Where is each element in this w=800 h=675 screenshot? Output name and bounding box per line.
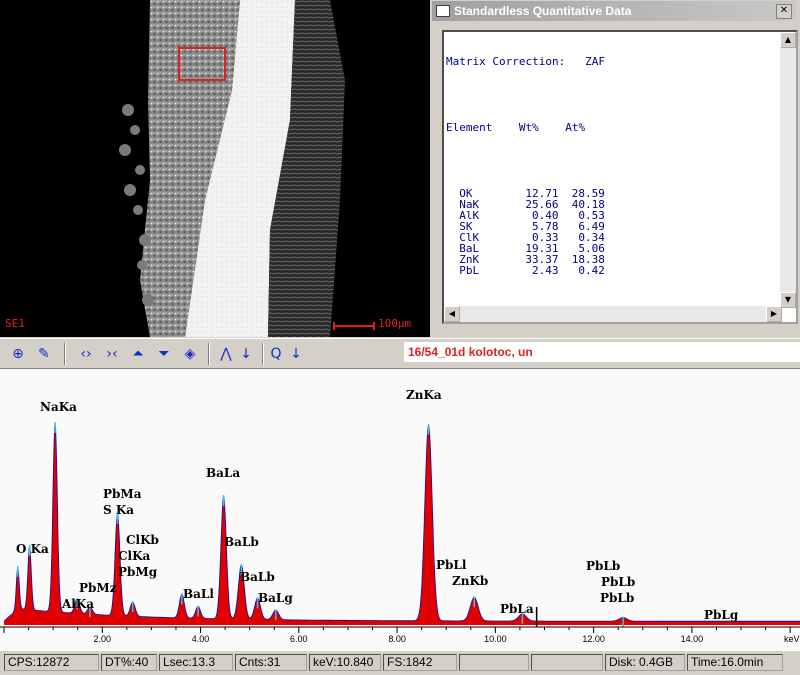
- sem-mode-label: SE1: [5, 317, 25, 330]
- peak-label: NaKa: [40, 400, 77, 414]
- quant-window-title: Standardless Quantitative Data: [454, 4, 632, 18]
- matrix-value: ZAF: [585, 55, 605, 68]
- zoom-icon[interactable]: Q: [266, 344, 286, 364]
- peak-label: PbLb: [601, 575, 635, 589]
- peak-label: BaLg: [258, 591, 293, 605]
- col-element-header: Element: [446, 121, 493, 134]
- x-tick-label: 6.00: [290, 634, 308, 644]
- x-tick-label: 8.00: [388, 634, 406, 644]
- eraser-icon[interactable]: ◈: [180, 344, 200, 364]
- quant-text-area[interactable]: Matrix Correction: ZAF Element Wt% At% O…: [442, 30, 798, 324]
- table-row: PbL 2.43 0.42: [446, 265, 605, 276]
- col-wt-header: Wt%: [518, 121, 539, 134]
- peak-label: PbLa: [500, 602, 534, 616]
- scroll-right-icon[interactable]: ▶: [766, 306, 782, 322]
- peak-label: ClKb: [126, 533, 159, 547]
- close-icon[interactable]: ✕: [776, 4, 792, 19]
- x-tick-label: 14.00: [681, 634, 704, 644]
- status-disk: Disk: 0.4GB: [605, 654, 685, 671]
- peak-up-icon[interactable]: ⏶: [128, 344, 148, 364]
- spectrum-area: [4, 423, 800, 625]
- peak-label: ZnKa: [406, 388, 442, 402]
- quant-rows: OK 12.71 28.59 NaK 25.66 40.18 AlK 0.40 0.53 S…: [446, 188, 605, 276]
- peak-label: PbMz: [79, 581, 117, 595]
- x-tick-label: 2.00: [94, 634, 112, 644]
- element-cell: PbL: [459, 264, 480, 277]
- status-empty-2: [531, 654, 603, 671]
- wt-cell: 2.43: [532, 264, 559, 277]
- status-dt: DT%:40: [101, 654, 157, 671]
- status-lsec: Lsec:13.3: [159, 654, 233, 671]
- peak-down-icon[interactable]: ⏷: [154, 344, 174, 364]
- peak-label: PbLb: [586, 559, 620, 573]
- toolbar-divider: [64, 343, 66, 365]
- peak-label: AlKa: [61, 597, 94, 611]
- status-time: Time:16.0min: [687, 654, 783, 671]
- quant-window-titlebar[interactable]: Standardless Quantitative Data ✕: [432, 1, 796, 21]
- peak-label: BaLl: [183, 587, 214, 601]
- status-empty-1: [459, 654, 529, 671]
- peak-label: BaLa: [206, 466, 240, 480]
- peak-label: O Ka: [16, 542, 49, 556]
- x-tick-label: 12.00: [582, 634, 605, 644]
- col-at-header: At%: [565, 121, 586, 134]
- vertical-scrollbar[interactable]: ▲ ▼: [780, 32, 796, 308]
- status-bar: CPS:12872 DT%:40 Lsec:13.3 Cnts:31 keV:1…: [0, 650, 800, 675]
- matrix-label: Matrix Correction:: [446, 55, 566, 68]
- spectrum-icon[interactable]: ⋀: [216, 344, 236, 364]
- peak-label: PbLb: [600, 591, 634, 605]
- horizontal-scrollbar[interactable]: ◀ ▶: [444, 306, 782, 322]
- x-tick-label: keV: [784, 634, 800, 644]
- peak-label: PbMa: [103, 487, 142, 501]
- toolbar-divider: [262, 343, 264, 365]
- peak-label: BaLb: [224, 535, 259, 549]
- at-cell: 0.42: [578, 264, 605, 277]
- quant-window: Standardless Quantitative Data ✕ Matrix …: [432, 0, 800, 337]
- spectrum-panel[interactable]: 2.00 4.00 6.00 8.00 10.00 12.00 14.00 keV O Ka Na…: [0, 368, 800, 651]
- status-cps: CPS:12872: [4, 654, 99, 671]
- scroll-left-icon[interactable]: ◀: [444, 306, 460, 322]
- expand-icon[interactable]: ‹›: [76, 344, 96, 364]
- quant-report: Matrix Correction: ZAF Element Wt% At% O…: [446, 34, 605, 298]
- peak-label: ZnKb: [452, 574, 488, 588]
- peak-label: PbLl: [436, 558, 467, 572]
- spectrum-line: [3, 423, 800, 622]
- scale-bar: [333, 322, 375, 330]
- spectrum-chart: 2.00 4.00 6.00 8.00 10.00 12.00 14.00 keV O Ka Na…: [0, 388, 800, 644]
- peak-label: S Ka: [103, 503, 134, 517]
- arrow-down-icon[interactable]: ↓: [236, 344, 256, 364]
- peak-label: BaLb: [240, 570, 275, 584]
- x-tick-label: 10.00: [484, 634, 507, 644]
- contract-icon[interactable]: ›‹: [102, 344, 122, 364]
- spectrum-name-field[interactable]: 16/54_01d kolotoc, un: [404, 342, 800, 362]
- x-tick-label: 4.00: [192, 634, 210, 644]
- scroll-down-icon[interactable]: ▼: [780, 292, 796, 308]
- peak-label: PbLg: [704, 608, 739, 622]
- sem-micrograph: [0, 0, 430, 337]
- scale-bar-label: 100µm: [378, 317, 412, 330]
- brush-icon[interactable]: ✎: [34, 344, 54, 364]
- peak-label: ClKa: [118, 549, 151, 563]
- arrow-down-icon[interactable]: ↓: [286, 344, 306, 364]
- toolbar-divider: [208, 343, 210, 365]
- window-icon: [436, 5, 450, 17]
- sem-image[interactable]: SE1 100µm: [0, 0, 430, 337]
- peak-label: PbMg: [118, 565, 158, 579]
- probe-icon[interactable]: ⊕: [8, 344, 28, 364]
- status-fs: FS:1842: [383, 654, 457, 671]
- scroll-up-icon[interactable]: ▲: [780, 32, 796, 48]
- status-cnts: Cnts:31: [235, 654, 307, 671]
- status-kev: keV:10.840: [309, 654, 381, 671]
